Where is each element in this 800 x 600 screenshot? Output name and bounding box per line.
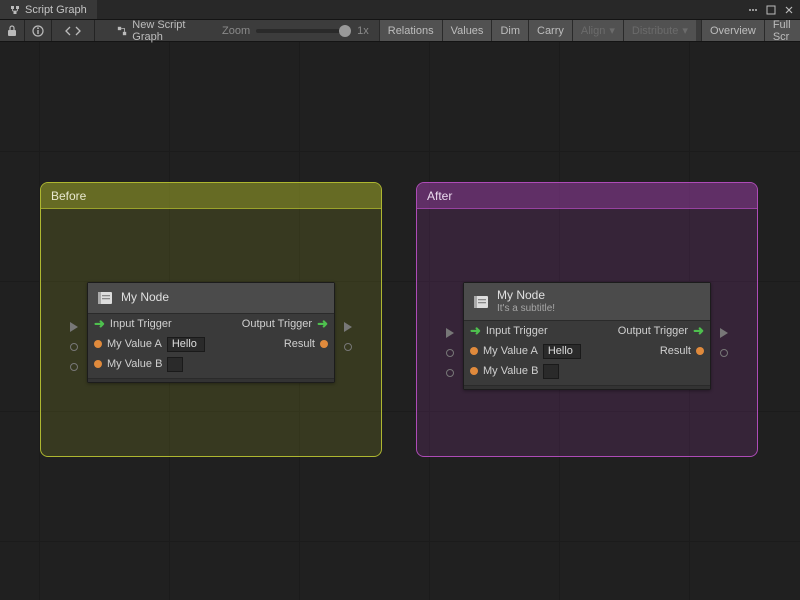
port-value-b: My Value B: [483, 365, 538, 377]
ext-result-out[interactable]: [340, 337, 356, 357]
port-value-a: My Value A: [107, 338, 162, 350]
close-icon[interactable]: [784, 5, 794, 15]
group-header[interactable]: After: [417, 183, 757, 209]
fullscreen-button[interactable]: Full Scr: [764, 20, 800, 41]
distribute-dropdown[interactable]: Distribute▾: [623, 20, 696, 41]
port-input-trigger: Input Trigger: [110, 318, 172, 330]
info-button[interactable]: [25, 20, 52, 41]
node-title: My Node: [121, 291, 169, 305]
code-icon: [64, 25, 82, 37]
zoom-control: Zoom 1x: [212, 20, 379, 41]
node-footer: [88, 378, 334, 382]
code-button[interactable]: [52, 20, 95, 41]
zoom-label: Zoom: [222, 25, 250, 37]
node-title: My Node: [497, 289, 555, 303]
maximize-icon[interactable]: [766, 5, 776, 15]
view-group: Relations Values Dim Carry Align▾ Distri…: [379, 20, 696, 41]
group-title: After: [427, 189, 452, 203]
ext-trigger-in[interactable]: [66, 317, 82, 337]
breadcrumb[interactable]: New Script Graph: [110, 20, 212, 41]
relations-button[interactable]: Relations: [379, 20, 442, 41]
ext-trigger-out[interactable]: [716, 323, 732, 343]
chevron-down-icon: ▾: [682, 24, 688, 37]
chevron-down-icon: ▾: [609, 24, 615, 37]
value-in-icon[interactable]: [94, 360, 102, 368]
node-icon: [472, 293, 490, 311]
port-input-trigger: Input Trigger: [486, 325, 548, 337]
value-b-input[interactable]: [167, 357, 183, 372]
node-body: ➜ Input Trigger Output Trigger ➜ My Valu…: [88, 314, 334, 378]
flow-out-icon[interactable]: ➜: [317, 316, 328, 332]
lock-button[interactable]: [0, 20, 25, 41]
node-after[interactable]: My Node It's a subtitle! ➜ Input Trigger…: [463, 282, 711, 390]
node-header[interactable]: My Node: [88, 283, 334, 314]
node-before[interactable]: My Node ➜ Input Trigger Output Trigger ➜…: [87, 282, 335, 383]
zoom-slider[interactable]: [256, 29, 351, 33]
menu-icon[interactable]: [748, 5, 758, 15]
value-out-icon[interactable]: [696, 347, 704, 355]
dim-button[interactable]: Dim: [491, 20, 528, 41]
breadcrumb-label: New Script Graph: [132, 19, 205, 43]
value-b-input[interactable]: [543, 364, 559, 379]
group-title: Before: [51, 189, 86, 203]
carry-button[interactable]: Carry: [528, 20, 572, 41]
tab-bar: Script Graph: [0, 0, 800, 20]
graph-canvas[interactable]: Before After My Node ➜ Input Trigger Out…: [0, 42, 800, 600]
node-icon: [96, 289, 114, 307]
ext-value-a-in[interactable]: [442, 343, 458, 363]
values-button[interactable]: Values: [442, 20, 492, 41]
value-out-icon[interactable]: [320, 340, 328, 348]
toolbar: New Script Graph Zoom 1x Relations Value…: [0, 20, 800, 42]
graph-tab-icon: [10, 5, 20, 15]
value-in-icon[interactable]: [470, 347, 478, 355]
port-value-a: My Value A: [483, 345, 538, 357]
group-header[interactable]: Before: [41, 183, 381, 209]
ext-trigger-out[interactable]: [340, 317, 356, 337]
align-dropdown[interactable]: Align▾: [572, 20, 623, 41]
node-subtitle: It's a subtitle!: [497, 303, 555, 315]
zoom-value: 1x: [357, 25, 369, 37]
tab-script-graph[interactable]: Script Graph: [0, 0, 98, 19]
flow-out-icon[interactable]: ➜: [693, 323, 704, 339]
port-result: Result: [284, 338, 315, 350]
graph-breadcrumb-icon: [117, 25, 127, 37]
value-a-input[interactable]: [543, 344, 581, 359]
lock-icon: [7, 25, 17, 37]
ext-value-b-in[interactable]: [442, 363, 458, 383]
info-icon: [32, 25, 44, 37]
port-output-trigger: Output Trigger: [618, 325, 688, 337]
ext-value-a-in[interactable]: [66, 337, 82, 357]
node-footer: [464, 385, 710, 389]
ext-result-out[interactable]: [716, 343, 732, 363]
zoom-slider-handle[interactable]: [339, 25, 351, 37]
tab-label: Script Graph: [25, 4, 87, 16]
value-in-icon[interactable]: [94, 340, 102, 348]
ext-trigger-in[interactable]: [442, 323, 458, 343]
overview-button[interactable]: Overview: [701, 20, 764, 41]
flow-in-icon[interactable]: ➜: [470, 323, 481, 339]
value-in-icon[interactable]: [470, 367, 478, 375]
node-header[interactable]: My Node It's a subtitle!: [464, 283, 710, 321]
value-a-input[interactable]: [167, 337, 205, 352]
port-output-trigger: Output Trigger: [242, 318, 312, 330]
ext-value-b-in[interactable]: [66, 357, 82, 377]
flow-in-icon[interactable]: ➜: [94, 316, 105, 332]
port-result: Result: [660, 345, 691, 357]
port-value-b: My Value B: [107, 358, 162, 370]
node-body: ➜ Input Trigger Output Trigger ➜ My Valu…: [464, 321, 710, 385]
